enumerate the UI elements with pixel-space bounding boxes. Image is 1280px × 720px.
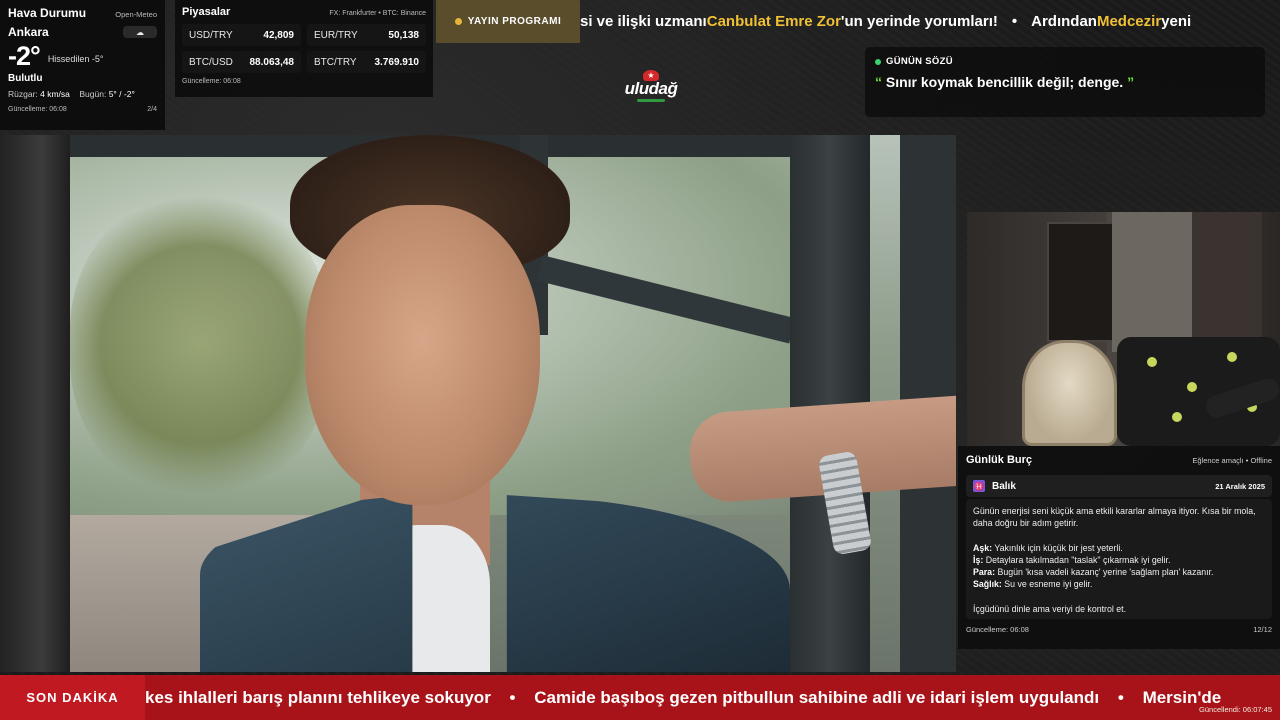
logo-underline — [637, 99, 665, 102]
video-hand-on-shoulder — [687, 395, 956, 505]
wind-label: Rüzgar: — [8, 89, 38, 99]
horoscope-health: Sağlık: Su ve esneme iyi gelir. — [973, 578, 1265, 590]
program-schedule-button[interactable]: YAYIN PROGRAMI — [436, 0, 580, 43]
breaking-news-updated: Güncellendi: 06:07:45 — [1199, 705, 1272, 714]
market-label: BTC/USD — [189, 56, 233, 68]
horoscope-date: 21 Aralık 2025 — [1215, 481, 1265, 491]
webcam-shelf — [1047, 222, 1117, 342]
video-window-frame — [0, 135, 70, 672]
webcam-feed — [967, 212, 1280, 446]
horoscope-intro: Günün enerjisi seni küçük ama etkili kar… — [973, 506, 1256, 529]
market-value: 42,809 — [263, 29, 294, 41]
video-greenery — [70, 195, 330, 495]
market-item-eur-try: EUR/TRY 50,138 — [307, 24, 426, 46]
quote-open-mark: “ — [875, 74, 882, 90]
ticker-highlight: Canbulat Emre Zor — [706, 13, 841, 30]
markets-panel: Piyasalar FX: Frankfurter • BTC: Binance… — [175, 0, 433, 97]
horoscope-body: Günün enerjisi seni küçük ama etkili kar… — [966, 499, 1272, 619]
markets-updated: Güncelleme: 06:08 — [182, 78, 241, 85]
main-video-feed — [0, 135, 956, 672]
webcam-wall — [1112, 212, 1192, 352]
today-label: Bugün: — [79, 89, 107, 99]
market-value: 88.063,48 — [249, 56, 295, 68]
cloud-icon: ☁ — [123, 26, 157, 38]
live-dot-icon — [454, 18, 462, 25]
weather-condition: Bulutlu — [8, 73, 43, 84]
ticker-text: 'un yerinde yorumları! — [840, 13, 998, 30]
quote-close-mark: ” — [1127, 74, 1135, 90]
status-dot-icon — [875, 58, 881, 65]
ticker-highlight: Medcezir — [1096, 13, 1162, 30]
ticker-separator: • — [1011, 13, 1018, 30]
quote-title: GÜNÜN SÖZÜ — [886, 56, 953, 67]
markets-source: FX: Frankfurter • BTC: Binance — [329, 10, 426, 17]
weather-panel: Hava Durumu Open-Meteo Ankara ☁ -2° Hiss… — [0, 0, 165, 130]
horoscope-title: Günlük Burç — [966, 454, 1033, 466]
horoscope-sign: Balık — [992, 480, 1016, 492]
market-item-btc-try: BTC/TRY 3.769.910 — [307, 51, 426, 73]
horoscope-love: Aşk: Yakınlık için küçük bir jest yeterl… — [973, 542, 1265, 554]
news-item: Mersin'de — [1142, 687, 1222, 707]
market-value: 3.769.910 — [374, 56, 420, 68]
breaking-news-ticker: kes ihlalleri barış planını tehlikeye so… — [145, 688, 1221, 708]
daily-horoscope-panel: Günlük Burç Eğlence amaçlı • Offline ♓ B… — [958, 446, 1280, 649]
health-text: Su ve esneme iyi gelir. — [1001, 579, 1093, 590]
work-text: Detaylara takılmadan "taslak" çıkarmak i… — [983, 554, 1171, 565]
wind-value: 4 km/sa — [40, 89, 70, 99]
news-separator: • — [509, 687, 516, 707]
ticker-text: si ve ilişki uzmanı — [580, 13, 707, 30]
today-value: 5° / -2° — [108, 89, 135, 99]
market-item-usd-try: USD/TRY 42,809 — [182, 24, 301, 46]
horoscope-updated: Güncelleme: 06:08 — [966, 625, 1029, 634]
horoscope-page-indicator: 12/12 — [1253, 625, 1272, 634]
love-label: Aşk: — [973, 542, 993, 553]
webcam-chair — [1022, 340, 1117, 446]
horoscope-work: İş: Detaylara takılmadan "taslak" çıkarm… — [973, 554, 1265, 566]
money-text: Bugün 'kısa vadeli kazanç' yerine 'sağla… — [995, 567, 1214, 578]
market-label: USD/TRY — [189, 29, 233, 41]
market-label: EUR/TRY — [314, 29, 358, 41]
weather-source: Open-Meteo — [115, 10, 157, 19]
top-ticker: si ve ilişki uzmanı Canbulat Emre Zor'un… — [580, 0, 1280, 43]
weather-updated: Güncelleme: 06:08 — [8, 106, 67, 113]
breaking-news-label: SON DAKİKA — [0, 675, 145, 720]
markets-title: Piyasalar — [182, 6, 231, 18]
weather-temperature: -2° — [8, 41, 41, 71]
logo-text: uludağ — [624, 79, 678, 98]
weather-feels-like: Hissedilen -5° — [47, 54, 104, 64]
quote-text-line: “ Sınır koymak bencillik değil; denge. ” — [875, 74, 1255, 90]
horoscope-tag: Eğlence amaçlı • Offline — [1192, 456, 1272, 465]
money-label: Para: — [973, 567, 996, 578]
pisces-icon: ♓ — [973, 480, 985, 492]
horoscope-money: Para: Bugün 'kısa vadeli kazanç' yerine … — [973, 566, 1265, 578]
quote-text: Sınır koymak bencillik değil; denge. — [882, 74, 1128, 90]
news-item: kes ihlalleri barış planını tehlikeye so… — [145, 687, 491, 707]
channel-logo: ★ uludağ — [618, 70, 684, 104]
news-separator: • — [1117, 687, 1124, 707]
market-value: 50,138 — [388, 29, 419, 41]
work-label: İş: — [973, 554, 984, 565]
market-item-btc-usd: BTC/USD 88.063,48 — [182, 51, 301, 73]
weather-city: Ankara — [8, 25, 49, 39]
breaking-news-bar: SON DAKİKA kes ihlalleri barış planını t… — [0, 675, 1280, 720]
weather-title: Hava Durumu — [8, 6, 87, 20]
program-schedule-label: YAYIN PROGRAMI — [467, 16, 562, 27]
market-label: BTC/TRY — [314, 56, 357, 68]
horoscope-closing: İçgüdünü dinle ama veriyi de kontrol et. — [973, 603, 1127, 614]
weather-page-indicator: 2/4 — [147, 106, 157, 113]
health-label: Sağlık: — [973, 579, 1002, 590]
horoscope-sign-row: ♓ Balık 21 Aralık 2025 — [966, 475, 1272, 497]
news-item: Camide başıboş gezen pitbullun sahibine … — [534, 687, 1100, 707]
love-text: Yakınlık için küçük bir jest yeterli. — [992, 542, 1123, 553]
quote-of-the-day: GÜNÜN SÖZÜ “ Sınır koymak bencillik deği… — [865, 47, 1265, 117]
video-person-face — [305, 205, 540, 505]
ticker-text: Ardından — [1031, 13, 1097, 30]
ticker-text: yeni — [1161, 13, 1192, 30]
weather-details: Rüzgar: 4 km/sa Bugün: 5° / -2° — [8, 89, 157, 99]
